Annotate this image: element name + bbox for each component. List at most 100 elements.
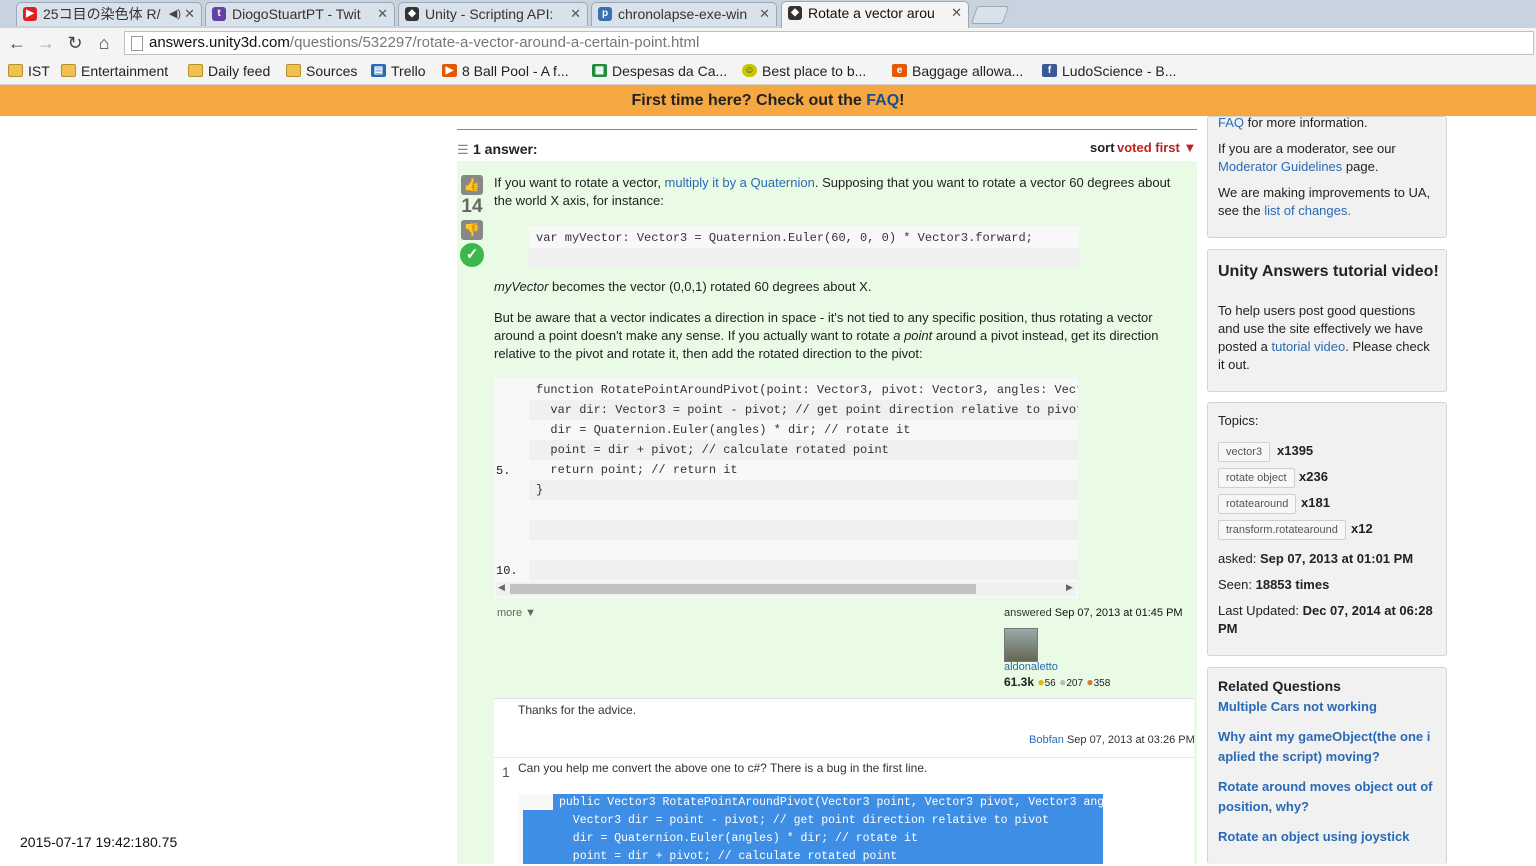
- author-link[interactable]: aldonaletto: [1004, 661, 1058, 673]
- code-block-3: public Vector3 RotatePointAroundPivot(Ve…: [518, 794, 1132, 864]
- trello-icon: ▤: [371, 64, 386, 77]
- topic-tag[interactable]: transform.rotatearound: [1218, 520, 1346, 540]
- tab-title: DiogoStuartPT - Twit: [232, 6, 361, 22]
- list-of-changes-link[interactable]: list of changes.: [1264, 203, 1351, 218]
- tutorial-text: To help users post good questions and us…: [1218, 302, 1438, 374]
- code-line: dir = Quaternion.Euler(angles) * dir; //…: [559, 832, 918, 845]
- bookmark-daily-feed[interactable]: Daily feed: [188, 61, 270, 81]
- forward-arrow-icon[interactable]: →: [35, 32, 57, 54]
- folder-icon: [286, 64, 301, 77]
- related-question-link[interactable]: Multiple Cars not working: [1218, 697, 1440, 717]
- smiley-icon: ☺: [742, 64, 757, 77]
- bookmark-despesas[interactable]: ▦ Despesas da Ca...: [592, 61, 727, 81]
- tab-youtube[interactable]: ▶ 25コ目の染色体 R/ ◀) ✕: [16, 2, 202, 26]
- bookmark-sources[interactable]: Sources: [286, 61, 357, 81]
- emphasis: a point: [893, 328, 933, 343]
- topic-tag[interactable]: rotate object: [1218, 468, 1295, 488]
- bookmark-8-ball-pool[interactable]: ▶ 8 Ball Pool - A f...: [442, 61, 569, 81]
- comment-author[interactable]: Bobfan: [1029, 734, 1064, 746]
- more-menu[interactable]: more ▼: [497, 607, 536, 619]
- bookmark-label: Despesas da Ca...: [612, 63, 728, 79]
- bookmark-trello[interactable]: ▤ Trello: [371, 61, 426, 81]
- unity-icon: ◆: [405, 7, 419, 21]
- tab-unity-scripting[interactable]: ◆ Unity - Scripting API: ✕: [398, 2, 588, 26]
- speaker-icon[interactable]: ◀): [169, 3, 181, 25]
- code-line: var myVector: Vector3 = Quaternion.Euler…: [536, 231, 1033, 245]
- comment-divider: [494, 757, 1194, 758]
- address-bar[interactable]: answers.unity3d.com/questions/532297/rot…: [124, 31, 1534, 55]
- comment-votes: 1: [502, 764, 510, 780]
- text: page.: [1342, 159, 1379, 174]
- accepted-check-icon[interactable]: ✓: [460, 243, 484, 267]
- avatar[interactable]: [1004, 628, 1038, 662]
- text: If you want to rotate a vector,: [494, 175, 665, 190]
- scroll-right-icon[interactable]: ▶: [1066, 582, 1073, 593]
- tab-title: chronolapse-exe-win: [618, 6, 748, 22]
- close-icon[interactable]: ✕: [759, 3, 770, 25]
- topic-count: x181: [1301, 495, 1330, 510]
- bookmark-label: Entertainment: [81, 63, 169, 79]
- moderator-guidelines-link[interactable]: Moderator Guidelines: [1218, 159, 1342, 174]
- line-number: 10.: [496, 564, 518, 578]
- browser-toolbar: ← → ↻ ⌂ answers.unity3d.com/questions/53…: [0, 28, 1536, 58]
- reload-icon[interactable]: ↻: [64, 32, 86, 54]
- related-question-link[interactable]: Rotate an object using joystick: [1218, 827, 1440, 847]
- sort-dropdown[interactable]: voted first ▼: [1117, 140, 1196, 155]
- related-title: Related Questions: [1218, 678, 1341, 694]
- close-icon[interactable]: ✕: [951, 2, 962, 24]
- tutorial-video-link[interactable]: tutorial video: [1272, 339, 1346, 354]
- comment-text: Can you help me convert the above one to…: [518, 761, 928, 775]
- topic-tag[interactable]: rotatearound: [1218, 494, 1297, 514]
- code-line: public Vector3 RotatePointAroundPivot(Ve…: [559, 796, 1132, 809]
- scroll-left-icon[interactable]: ◀: [498, 582, 505, 593]
- topics-label: Topics:: [1218, 413, 1259, 428]
- tab-chronolapse[interactable]: p chronolapse-exe-win ✕: [591, 2, 777, 26]
- bookmark-entertainment[interactable]: Entertainment: [61, 61, 168, 81]
- asked-value: Sep 07, 2013 at 01:01 PM: [1259, 551, 1414, 566]
- improvements-info: We are making improvements to UA, see th…: [1218, 184, 1440, 220]
- code-line: point = dir + pivot; // calculate rotate…: [559, 850, 898, 863]
- topic-count: x236: [1299, 469, 1328, 484]
- close-icon[interactable]: ✕: [184, 3, 195, 25]
- thumbs-up-icon[interactable]: 👍: [461, 175, 483, 195]
- close-icon[interactable]: ✕: [377, 3, 388, 25]
- sort-label: sort: [1090, 140, 1115, 155]
- bookmark-best-place[interactable]: ☺ Best place to b...: [742, 61, 866, 81]
- code-line: point = dir + pivot; // calculate rotate…: [536, 443, 889, 457]
- faq-link[interactable]: FAQ: [866, 92, 899, 109]
- tab-title: 25コ目の染色体 R/: [43, 6, 161, 22]
- horizontal-scrollbar[interactable]: ◀ ▶: [496, 582, 1076, 596]
- banner-text: First time here? Check out the: [631, 92, 867, 109]
- close-icon[interactable]: ✕: [570, 3, 581, 25]
- gold-badge-icon: ●: [1037, 675, 1045, 689]
- page-icon: [131, 36, 143, 51]
- comment-meta: Bobfan Sep 07, 2013 at 03:26 PM: [1029, 734, 1195, 746]
- new-tab-button[interactable]: [970, 6, 1010, 24]
- topic-tag[interactable]: vector3: [1218, 442, 1271, 462]
- bookmarks-bar: IST Entertainment Daily feed Sources ▤ Tr…: [0, 58, 1536, 85]
- folder-icon: [61, 64, 76, 77]
- topic-count: x1395: [1277, 443, 1314, 458]
- tutorial-title: Unity Answers tutorial video!: [1218, 263, 1439, 280]
- scrollbar-thumb[interactable]: [510, 584, 976, 594]
- thumbs-down-icon[interactable]: 👎: [461, 220, 483, 240]
- bookmark-ludoscience[interactable]: f LudoScience - B...: [1042, 61, 1176, 81]
- answer-count: 1 answer:: [473, 141, 538, 157]
- related-question-link[interactable]: Rotate around moves object out of positi…: [1218, 777, 1440, 817]
- tab-twitch[interactable]: t DiogoStuartPT - Twit ✕: [205, 2, 395, 26]
- quaternion-link[interactable]: multiply it by a Quaternion: [665, 175, 815, 190]
- bookmark-ist[interactable]: IST: [8, 61, 50, 81]
- tab-strip: ▶ 25コ目の染色体 R/ ◀) ✕ t DiogoStuartPT - Twi…: [0, 0, 1536, 29]
- bookmark-baggage[interactable]: e Baggage allowa...: [892, 61, 1023, 81]
- sidebar-faq-link[interactable]: FAQ: [1218, 115, 1244, 130]
- comment-date: Sep 07, 2013 at 03:26 PM: [1066, 734, 1195, 746]
- tab-rotate-vector[interactable]: ◆ Rotate a vector arou ✕: [781, 1, 969, 29]
- faq-info: FAQ for more information.: [1218, 114, 1438, 132]
- play-icon: ▶: [442, 64, 457, 77]
- asked-info: asked: Sep 07, 2013 at 01:01 PM: [1218, 550, 1440, 568]
- back-arrow-icon[interactable]: ←: [6, 32, 28, 54]
- home-icon[interactable]: ⌂: [93, 32, 115, 54]
- related-question-link[interactable]: Why aint my gameObject(the one i aplied …: [1218, 727, 1440, 767]
- emphasis: myVector: [494, 279, 549, 294]
- code-block-1: var myVector: Vector3 = Quaternion.Euler…: [529, 226, 1079, 268]
